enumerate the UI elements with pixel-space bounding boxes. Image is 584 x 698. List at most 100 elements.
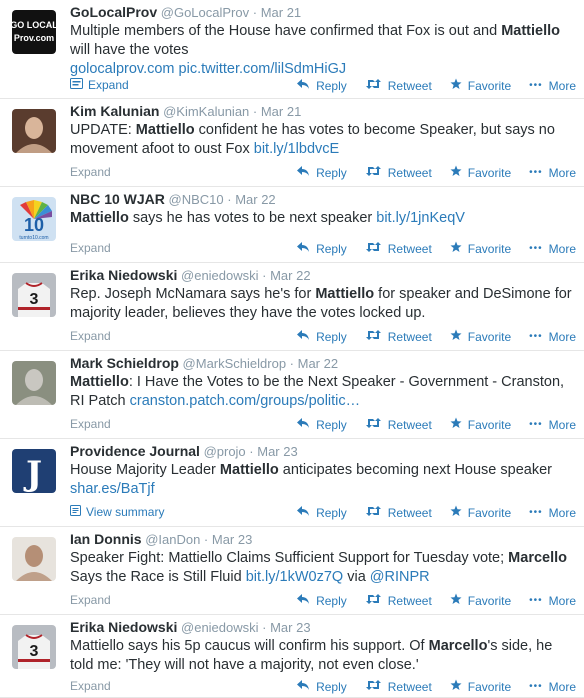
tweet-text-segment: will have the votes: [70, 42, 189, 58]
favorite-button[interactable]: Favorite: [450, 593, 511, 608]
timestamp[interactable]: Mar 22: [270, 268, 310, 283]
more-button[interactable]: ••• More: [529, 79, 576, 93]
timestamp[interactable]: Mar 23: [212, 532, 252, 547]
tweet[interactable]: GO LOCAL Prov.com GoLocalProv @GoLocalProv…: [0, 0, 584, 99]
tweet[interactable]: Ian Donnis @IanDon · Mar 23 Speaker Fight…: [0, 527, 584, 615]
tweet-actions: Reply Retweet Favorite ••• More: [278, 417, 576, 432]
timestamp[interactable]: Mar 23: [257, 444, 297, 459]
more-button[interactable]: ••• More: [529, 594, 576, 608]
tweet[interactable]: 10 turnto10.com NBC 10 WJAR @NBC10 · Mar 2…: [0, 187, 584, 263]
reply-button[interactable]: Reply: [296, 165, 347, 180]
expand-link[interactable]: Expand: [70, 679, 111, 693]
favorite-button[interactable]: Favorite: [450, 417, 511, 432]
retweet-button[interactable]: Retweet: [365, 593, 432, 608]
tweet-link[interactable]: golocalprov.com pic.twitter.com/lilSdmHi…: [70, 61, 346, 77]
author-name[interactable]: Providence Journal: [70, 443, 200, 459]
avatar[interactable]: [12, 537, 56, 581]
retweet-button[interactable]: Retweet: [365, 165, 432, 180]
author-handle[interactable]: @eniedowski: [181, 268, 259, 283]
author-handle[interactable]: @projo: [204, 444, 246, 459]
tweet-link[interactable]: bit.ly/1kW0z7Q: [246, 569, 344, 585]
tweet-link[interactable]: @RINPR: [370, 569, 430, 585]
author-handle[interactable]: @eniedowski: [181, 620, 259, 635]
reply-button[interactable]: Reply: [296, 593, 347, 608]
favorite-label: Favorite: [467, 241, 512, 256]
reply-button[interactable]: Reply: [296, 679, 347, 694]
reply-button[interactable]: Reply: [296, 78, 347, 93]
author-name[interactable]: GoLocalProv: [70, 4, 157, 20]
timestamp[interactable]: Mar 21: [261, 104, 301, 119]
expand-link[interactable]: Expand: [70, 417, 111, 431]
timestamp[interactable]: Mar 23: [270, 620, 310, 635]
retweet-button[interactable]: Retweet: [365, 329, 432, 344]
tweet[interactable]: 3 Erika Niedowski @eniedowski · Mar 23 Mat…: [0, 615, 584, 698]
reply-button[interactable]: Reply: [296, 241, 347, 256]
reply-label: Reply: [316, 329, 347, 344]
expand-link[interactable]: Expand: [70, 241, 111, 255]
reply-button[interactable]: Reply: [296, 417, 347, 432]
author-handle[interactable]: @GoLocalProv: [161, 5, 249, 20]
timestamp[interactable]: Mar 21: [261, 5, 301, 20]
author-name[interactable]: NBC 10 WJAR: [70, 191, 165, 207]
author-name[interactable]: Mark Schieldrop: [70, 355, 179, 371]
tweet[interactable]: J Providence Journal @projo · Mar 23 House…: [0, 439, 584, 527]
tweet-link[interactable]: shar.es/BaTjf: [70, 481, 155, 497]
expand-link[interactable]: Expand: [70, 329, 111, 343]
tweet[interactable]: Kim Kalunian @KimKalunian · Mar 21 UPDATE…: [0, 99, 584, 187]
avatar[interactable]: 10 turnto10.com: [12, 197, 56, 241]
timestamp[interactable]: Mar 22: [235, 192, 275, 207]
more-button[interactable]: ••• More: [529, 330, 576, 344]
avatar[interactable]: 3: [12, 625, 56, 669]
retweet-button[interactable]: Retweet: [365, 505, 432, 520]
author-name[interactable]: Kim Kalunian: [70, 103, 159, 119]
tweet-link[interactable]: bit.ly/1lbdvcE: [254, 141, 339, 157]
star-icon: [450, 679, 462, 690]
favorite-button[interactable]: Favorite: [450, 679, 511, 694]
avatar[interactable]: J: [12, 449, 56, 493]
timestamp[interactable]: Mar 22: [298, 356, 338, 371]
favorite-button[interactable]: Favorite: [450, 78, 511, 93]
expand-link[interactable]: Expand: [70, 165, 111, 179]
avatar[interactable]: 3: [12, 273, 56, 317]
favorite-button[interactable]: Favorite: [450, 329, 511, 344]
retweet-button[interactable]: Retweet: [365, 679, 432, 694]
favorite-button[interactable]: Favorite: [450, 505, 511, 520]
reply-icon: [297, 242, 310, 252]
author-handle[interactable]: @MarkSchieldrop: [183, 356, 287, 371]
author-handle[interactable]: @KimKalunian: [163, 104, 249, 119]
author-name[interactable]: Erika Niedowski: [70, 619, 177, 635]
avatar[interactable]: GO LOCAL Prov.com: [12, 10, 56, 54]
expand-link[interactable]: Expand: [70, 593, 111, 607]
star-icon: [450, 417, 462, 428]
reply-button[interactable]: Reply: [296, 505, 347, 520]
tweet-link[interactable]: cranston.patch.com/groups/politic…: [130, 393, 361, 409]
more-button[interactable]: ••• More: [529, 418, 576, 432]
reply-button[interactable]: Reply: [296, 329, 347, 344]
more-button[interactable]: ••• More: [529, 166, 576, 180]
favorite-button[interactable]: Favorite: [450, 241, 511, 256]
author-name[interactable]: Erika Niedowski: [70, 267, 177, 283]
author-handle[interactable]: @IanDon: [145, 532, 200, 547]
tweet-link[interactable]: bit.ly/1jnKeqV: [376, 210, 465, 226]
reply-icon: [296, 329, 310, 344]
more-button[interactable]: ••• More: [529, 680, 576, 694]
projo-logo: J: [12, 449, 56, 493]
tweet[interactable]: Mark Schieldrop @MarkSchieldrop · Mar 22…: [0, 351, 584, 439]
avatar[interactable]: [12, 361, 56, 405]
tweet[interactable]: 3 Erika Niedowski @eniedowski · Mar 22 Rep…: [0, 263, 584, 351]
retweet-button[interactable]: Retweet: [365, 78, 432, 93]
retweet-button[interactable]: Retweet: [365, 417, 432, 432]
favorite-button[interactable]: Favorite: [450, 165, 511, 180]
avatar[interactable]: [12, 109, 56, 153]
author-name[interactable]: Ian Donnis: [70, 531, 142, 547]
expand-link[interactable]: Expand: [70, 78, 129, 92]
more-button[interactable]: ••• More: [529, 242, 576, 256]
more-button[interactable]: ••• More: [529, 506, 576, 520]
author-handle[interactable]: @NBC10: [169, 192, 224, 207]
view-summary-link[interactable]: View summary: [70, 505, 164, 519]
separator-dot: ·: [245, 444, 258, 459]
retweet-button[interactable]: Retweet: [365, 241, 432, 256]
star-icon: [450, 593, 462, 604]
nbc-channel-number: 10: [24, 215, 44, 235]
tweet-content: Mark Schieldrop @MarkSchieldrop · Mar 22…: [70, 355, 576, 411]
